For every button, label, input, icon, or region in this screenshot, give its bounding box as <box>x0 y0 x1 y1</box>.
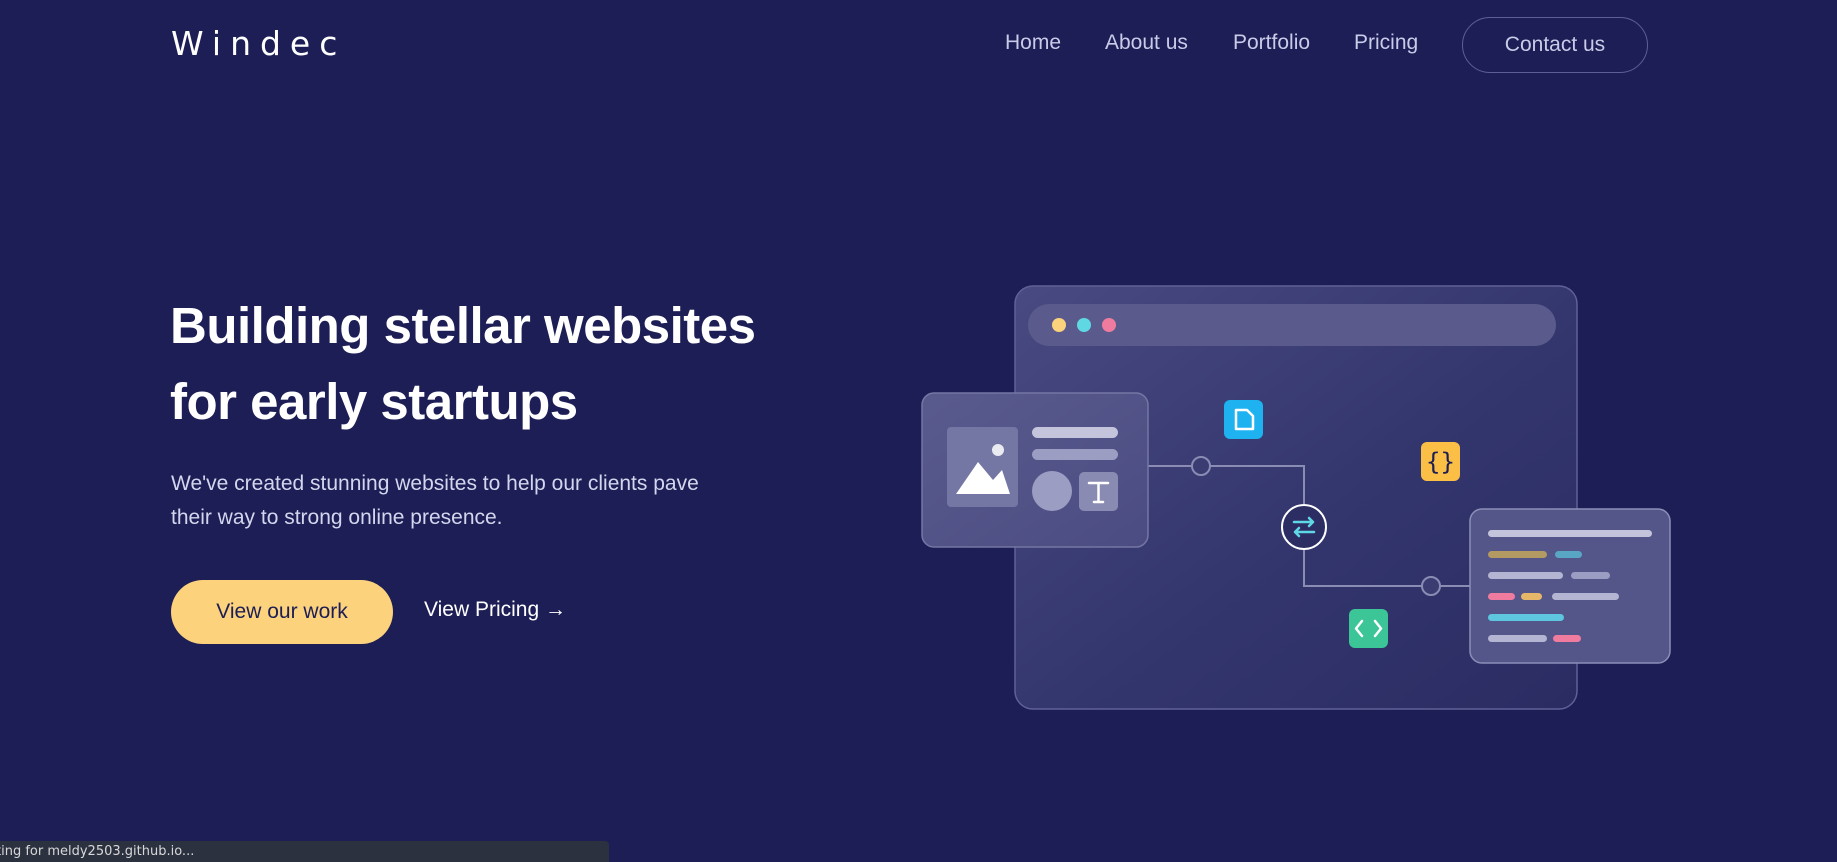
window-dot-yellow <box>1052 318 1066 332</box>
window-dot-pink <box>1102 318 1116 332</box>
circle-shape <box>1032 471 1072 511</box>
code-card <box>1469 508 1671 664</box>
svg-text:{}: {} <box>1426 448 1455 476</box>
text-icon <box>1079 472 1118 511</box>
connector-node <box>1191 456 1211 476</box>
braces-icon: {} <box>1421 442 1460 481</box>
connector-node <box>1421 576 1441 596</box>
image-icon <box>947 427 1018 507</box>
swap-icon <box>1281 504 1327 550</box>
hero-illustration: {} <box>921 285 1671 710</box>
status-text: ting for meldy2503.github.io... <box>0 844 195 859</box>
code-icon <box>1349 609 1388 648</box>
media-card <box>921 392 1149 548</box>
browser-status-bar: ting for meldy2503.github.io... <box>0 841 609 862</box>
file-icon <box>1224 400 1263 439</box>
window-dot-cyan <box>1077 318 1091 332</box>
